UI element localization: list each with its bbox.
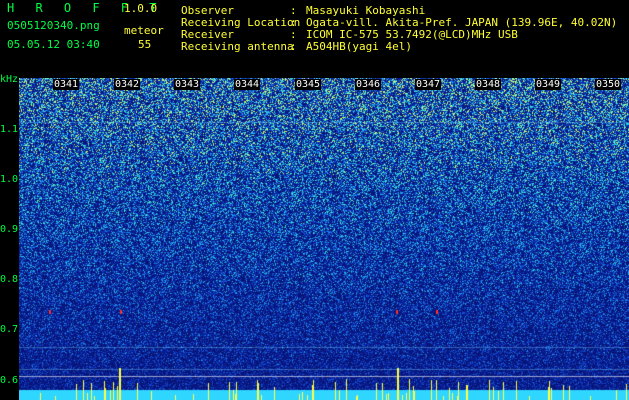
time-tick-label: 0349 [535, 79, 562, 90]
filename: 0505120340.png [7, 19, 100, 32]
freq-tick-label: 0.6 [0, 375, 19, 386]
frequency-unit-label: kHz [0, 74, 19, 85]
time-tick-label: 0342 [114, 79, 141, 90]
time-tick-label: 0344 [234, 79, 261, 90]
freq-tick-label: 0.9 [0, 224, 19, 235]
time-tick-label: 0347 [415, 79, 442, 90]
freq-tick-label: 1.1 [0, 124, 19, 135]
time-tick-label: 0343 [174, 79, 201, 90]
time-tick-label: 0346 [355, 79, 382, 90]
antenna-value: A504HB(yagi 4el) [306, 40, 412, 53]
time-tick-label: 0348 [475, 79, 502, 90]
time-tick-label: 0350 [595, 79, 622, 90]
antenna-sep: : [290, 40, 297, 53]
antenna-key: Receiving antenna [181, 40, 294, 53]
datetime: 05.05.12 03:40 [7, 38, 100, 51]
app-version: 1.0.0 [124, 2, 158, 15]
spectrogram-canvas [19, 78, 629, 400]
meteor-label: meteor [124, 24, 164, 37]
freq-tick-label: 1.0 [0, 174, 19, 185]
time-tick-label: 0341 [53, 79, 80, 90]
time-axis: 0341 0342 0343 0344 0345 0346 0347 0348 … [19, 79, 629, 92]
freq-tick-label: 0.8 [0, 274, 19, 285]
spectrogram [19, 78, 629, 400]
freq-tick-label: 0.7 [0, 324, 19, 335]
frequency-axis: kHz 1.1 1.0 0.9 0.8 0.7 0.6 [0, 74, 19, 400]
time-tick-label: 0345 [295, 79, 322, 90]
meteor-count: 55 [138, 38, 152, 51]
header-panel: H R O F F T 1.0.0 0505120340.png meteor … [0, 0, 629, 74]
